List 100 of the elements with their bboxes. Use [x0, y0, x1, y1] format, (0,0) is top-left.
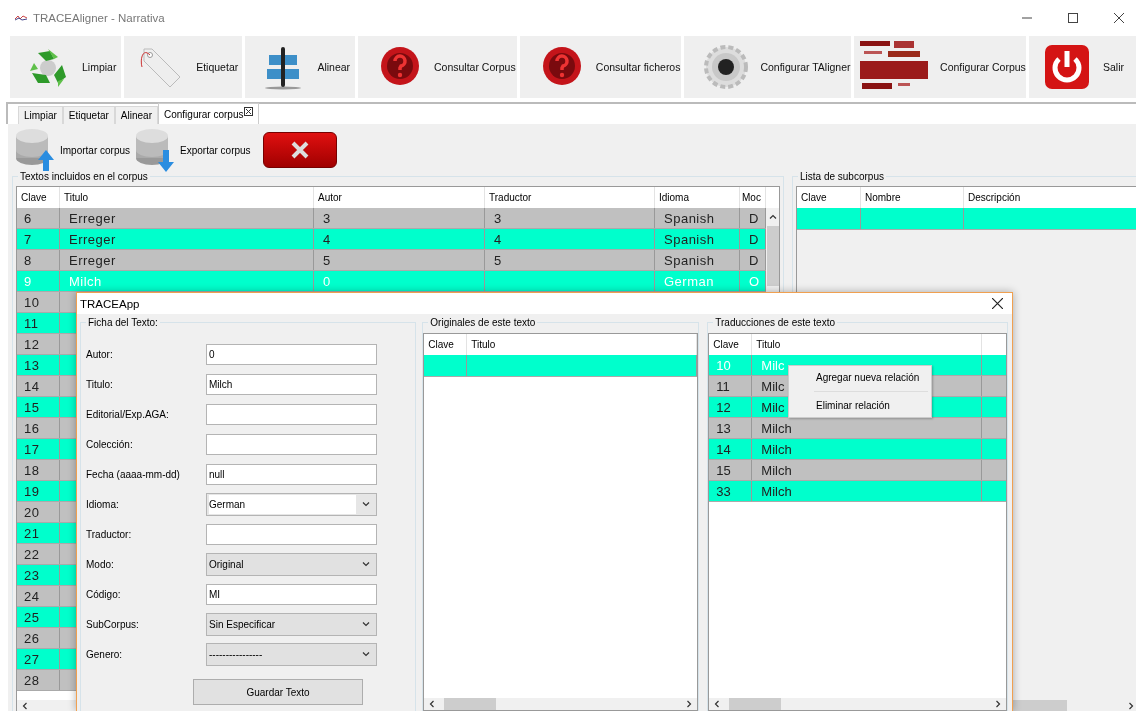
group-title: Originales de este texto: [428, 317, 538, 329]
scroll-left-icon[interactable]: [21, 702, 29, 710]
table-row[interactable]: 15 Milch: [709, 460, 1006, 481]
table-cell: 0: [314, 271, 485, 291]
text-field[interactable]: [206, 523, 377, 545]
table-cell: 6: [17, 208, 60, 228]
table-cell: 33: [709, 481, 753, 501]
text-field[interactable]: [206, 403, 377, 425]
table-cell: 7: [17, 229, 60, 249]
dropdown[interactable]: Original: [206, 552, 377, 576]
table-cell: 20: [17, 502, 60, 522]
dropdown[interactable]: Sin Especificar: [206, 612, 377, 636]
table-cell: 27: [17, 649, 60, 669]
menu-item[interactable]: Eliminar relación: [789, 397, 931, 414]
group-title: Lista de subcorpus: [798, 171, 886, 183]
field-label: Traductor:: [86, 528, 133, 540]
table-row[interactable]: 7 Erreger 4 4 Spanish D: [17, 229, 766, 250]
field-label: Idioma:: [86, 498, 120, 510]
text-field[interactable]: MI: [206, 583, 377, 605]
table-cell: Milch: [752, 439, 983, 459]
table-cell: 21: [17, 523, 60, 543]
table-cell: 15: [17, 397, 60, 417]
table-cell: 3: [314, 208, 485, 228]
text-field[interactable]: 0: [206, 343, 377, 365]
close-icon[interactable]: [992, 298, 1003, 309]
tab[interactable]: Alinear: [114, 106, 158, 124]
table-cell: Erreger: [60, 250, 314, 270]
export-button[interactable]: Exportar corpus: [134, 128, 251, 172]
scroll-right-icon[interactable]: [1127, 702, 1135, 710]
group-title: Traducciones de este texto: [713, 317, 837, 329]
window-title: TRACEAligner - Narrativa: [33, 12, 165, 24]
table-cell: 10: [709, 355, 753, 375]
table-row[interactable]: 8 Erreger 5 5 Spanish D: [17, 250, 766, 271]
table-row[interactable]: 6 Erreger 3 3 Spanish D: [17, 208, 766, 229]
delete-button[interactable]: [262, 132, 337, 168]
table-cell: 16: [17, 418, 60, 438]
toolbar-button[interactable]: Consultar ficheros: [519, 36, 682, 98]
toolbar-button[interactable]: Alinear: [245, 36, 355, 98]
table-cell: Milch: [752, 460, 983, 480]
table-cell: 14: [709, 439, 753, 459]
tab[interactable]: Configurar corpus: [157, 103, 260, 124]
table-cell: 4: [314, 229, 485, 249]
dialog-title: TRACEApp: [80, 297, 140, 310]
table-row[interactable]: 14 Milch: [709, 439, 1006, 460]
text-field[interactable]: null: [206, 463, 377, 485]
field-label: Autor:: [86, 348, 114, 360]
table-cell: 15: [709, 460, 753, 480]
table-cell: 18: [17, 460, 60, 480]
scrollbar-thumb[interactable]: [766, 226, 779, 286]
tab[interactable]: Limpiar: [18, 106, 63, 124]
field-label: Fecha (aaaa-mm-dd): [86, 468, 181, 480]
app-icon: [15, 15, 27, 21]
scroll-right-icon[interactable]: [685, 700, 694, 708]
scroll-left-icon[interactable]: [713, 700, 722, 708]
combo-box[interactable]: German: [206, 492, 377, 516]
toolbar-button[interactable]: Etiquetar: [124, 36, 243, 98]
table-cell: 12: [17, 334, 60, 354]
group-title: Textos incluidos en el corpus: [18, 171, 150, 183]
scroll-left-icon[interactable]: [428, 700, 437, 708]
table-cell: Milch: [60, 271, 314, 291]
table-cell: 9: [17, 271, 60, 291]
table-cell: 12: [709, 397, 753, 417]
import-button[interactable]: Importar corpus: [14, 128, 131, 172]
close-icon[interactable]: [1114, 13, 1124, 23]
toolbar-button[interactable]: Configurar TAligner: [684, 36, 852, 98]
maximize-icon[interactable]: [1068, 13, 1078, 23]
table-cell: 13: [709, 418, 753, 438]
toolbar-button[interactable]: Consultar Corpus: [357, 36, 517, 98]
table-row[interactable]: 13 Milch: [709, 418, 1006, 439]
table-row[interactable]: 33 Milch: [709, 481, 1006, 502]
horizontal-scrollbar[interactable]: [709, 698, 1006, 710]
table-cell: 23: [17, 565, 60, 585]
scroll-up-icon[interactable]: [768, 213, 777, 221]
table-cell: Spanish: [655, 250, 740, 270]
gear-icon: [702, 43, 751, 91]
toolbar-button[interactable]: Salir: [1029, 36, 1136, 98]
table-cell: 8: [17, 250, 60, 270]
table-cell: 3: [485, 208, 655, 228]
scroll-right-icon[interactable]: [994, 700, 1002, 708]
toolbar-button[interactable]: Limpiar: [10, 36, 122, 98]
horizontal-scrollbar[interactable]: [424, 698, 698, 710]
dropdown[interactable]: ----------------: [206, 642, 377, 666]
table-cell: Erreger: [60, 208, 314, 228]
table-cell: 4: [485, 229, 655, 249]
table-cell: Spanish: [655, 208, 740, 228]
field-label: Modo:: [86, 558, 115, 570]
table-cell: 11: [709, 376, 753, 396]
save-button[interactable]: Guardar Texto: [193, 679, 363, 705]
text-field[interactable]: [206, 433, 377, 455]
table-cell: 14: [17, 376, 60, 396]
table-cell: Spanish: [655, 229, 740, 249]
tab[interactable]: Etiquetar: [62, 106, 115, 124]
power-icon: [1043, 43, 1091, 91]
field-label: Código:: [86, 588, 122, 600]
table-cell: 28: [17, 670, 60, 690]
close-icon[interactable]: [244, 106, 254, 116]
field-label: Colección:: [86, 438, 134, 450]
table-cell: German: [655, 271, 740, 291]
toolbar-button[interactable]: Configurar Corpus: [854, 36, 1026, 98]
text-field[interactable]: Milch: [206, 373, 377, 395]
